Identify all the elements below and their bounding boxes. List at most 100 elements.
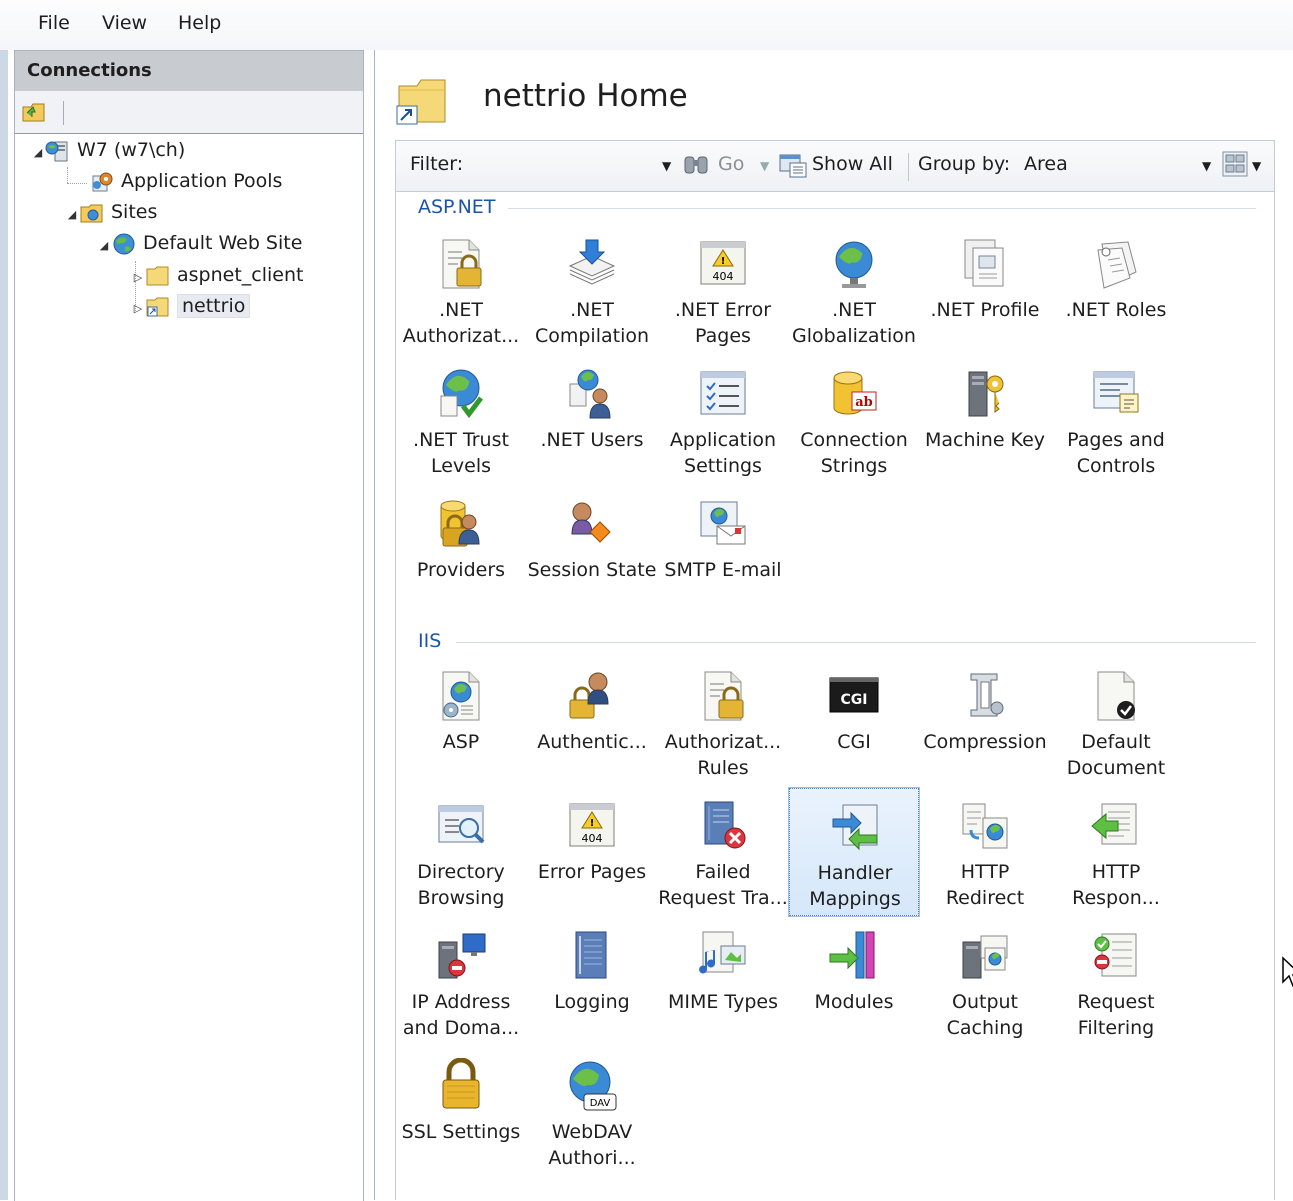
- feature-tile[interactable]: Output Caching: [920, 918, 1050, 1046]
- tree-item-server[interactable]: ◢ W7 (w7\ch): [31, 135, 185, 165]
- feature-label: HTTP Redirect: [945, 861, 1025, 909]
- webdav-globe-icon: DAV: [564, 1058, 620, 1114]
- feature-tile[interactable]: Authorizat... Rules: [658, 658, 788, 786]
- compilation-stack-icon: [564, 236, 620, 292]
- feature-tile[interactable]: .NET Roles: [1051, 226, 1181, 354]
- svg-text:DAV: DAV: [590, 1098, 611, 1109]
- view-mode-dropdown-arrow-icon[interactable]: ▼: [1252, 159, 1261, 173]
- authorization-lock-icon: [433, 236, 489, 292]
- feature-tile[interactable]: Handler Mappings: [788, 787, 920, 917]
- feature-tile[interactable]: Directory Browsing: [396, 788, 526, 916]
- view-mode-icon[interactable]: [1222, 151, 1248, 177]
- feature-tile[interactable]: MIME Types: [658, 918, 788, 1046]
- collapse-arrow-icon[interactable]: ◢: [65, 200, 79, 230]
- application-folder-icon: [146, 297, 169, 316]
- show-all-button[interactable]: Show All: [812, 153, 893, 175]
- tree-item-sites[interactable]: ◢ Sites: [65, 197, 158, 230]
- connections-toolbar: [15, 91, 363, 134]
- feature-tile[interactable]: CGI CGI: [789, 658, 919, 786]
- feature-label: .NET Roles: [1065, 299, 1167, 321]
- feature-tile[interactable]: Session State: [527, 486, 657, 614]
- collapse-arrow-icon[interactable]: ◢: [31, 138, 45, 168]
- asp-globe-gear-icon: [433, 668, 489, 724]
- feature-tile[interactable]: HTTP Respon...: [1051, 788, 1181, 916]
- modules-icon: [826, 928, 882, 984]
- feature-tile[interactable]: Modules: [789, 918, 919, 1046]
- go-button[interactable]: Go: [718, 153, 744, 175]
- feature-tile[interactable]: Authentic...: [527, 658, 657, 786]
- directory-browsing-icon: [433, 798, 489, 854]
- feature-tile[interactable]: SMTP E-mail: [658, 486, 788, 614]
- filter-input[interactable]: [468, 149, 662, 179]
- application-pools-icon: [92, 172, 113, 191]
- request-filtering-icon: [1088, 928, 1144, 984]
- menu-view[interactable]: View: [102, 12, 147, 34]
- feature-label: IP Address and Doma...: [402, 991, 520, 1039]
- group-by-dropdown-arrow-icon[interactable]: ▼: [1202, 159, 1211, 173]
- feature-label: Session State: [527, 559, 657, 581]
- feature-tile[interactable]: Compression: [920, 658, 1050, 786]
- tree-item-app-pools[interactable]: Application Pools: [89, 166, 282, 196]
- tree-label-server: W7 (w7\ch): [77, 139, 186, 161]
- feature-tile[interactable]: HTTP Redirect: [920, 788, 1050, 916]
- tree-item-aspnet-client[interactable]: ▷ aspnet_client: [131, 260, 304, 293]
- menu-bar: File View Help: [0, 0, 1293, 50]
- server-key-icon: [957, 366, 1013, 422]
- feature-tile[interactable]: Application Settings: [658, 356, 788, 484]
- feature-tile[interactable]: .NET Users: [527, 356, 657, 484]
- users-icon: [564, 366, 620, 422]
- connections-pane: Connections ◢ W7 (w7\ch) Application Poo…: [14, 50, 364, 1201]
- feature-tile[interactable]: DAV WebDAV Authori...: [527, 1048, 657, 1176]
- menu-help[interactable]: Help: [178, 12, 221, 34]
- filter-dropdown-arrow-icon[interactable]: ▼: [662, 159, 671, 173]
- feature-tile[interactable]: ab Connection Strings: [789, 356, 919, 484]
- section-title-aspnet: ASP.NET: [418, 196, 496, 218]
- feature-label: .NET Compilation: [534, 299, 650, 347]
- feature-tile[interactable]: Machine Key: [920, 356, 1050, 484]
- tree-line: [67, 183, 87, 184]
- feature-tile[interactable]: SSL Settings: [396, 1048, 526, 1176]
- feature-label: .NET Error Pages: [674, 299, 772, 347]
- session-user-icon: [564, 496, 620, 552]
- connections-header: Connections: [15, 51, 363, 91]
- feature-tile[interactable]: .NET Globalization: [789, 226, 919, 354]
- tree-item-nettrio[interactable]: ▷ nettrio: [131, 291, 251, 324]
- menu-file[interactable]: File: [38, 12, 70, 34]
- feature-tile[interactable]: ! 404 .NET Error Pages: [658, 226, 788, 354]
- tree-label-sites: Sites: [111, 201, 158, 223]
- group-by-select[interactable]: Area: [1024, 153, 1068, 175]
- feature-tile[interactable]: Pages and Controls: [1051, 356, 1181, 484]
- feature-tile[interactable]: .NET Profile: [920, 226, 1050, 354]
- feature-tile[interactable]: Providers: [396, 486, 526, 614]
- authentication-user-icon: [564, 668, 620, 724]
- feature-tile[interactable]: Failed Request Tra...: [658, 788, 788, 916]
- svg-text:404: 404: [713, 270, 734, 283]
- feature-tile[interactable]: .NET Trust Levels: [396, 356, 526, 484]
- collapse-arrow-icon[interactable]: ◢: [97, 231, 111, 261]
- feature-tile[interactable]: Logging: [527, 918, 657, 1046]
- feature-label: Failed Request Tra...: [658, 861, 788, 909]
- show-all-icon[interactable]: [778, 151, 808, 179]
- trust-globe-check-icon: [433, 366, 489, 422]
- feature-tile[interactable]: ASP: [396, 658, 526, 786]
- toolbar-separator: [63, 101, 64, 125]
- expand-arrow-icon[interactable]: ▷: [131, 263, 145, 293]
- database-ab-icon: ab: [826, 366, 882, 422]
- feature-label: WebDAV Authori...: [548, 1121, 636, 1169]
- feature-label: SMTP E-mail: [664, 559, 782, 581]
- expand-arrow-icon[interactable]: ▷: [131, 294, 145, 324]
- binoculars-icon[interactable]: [682, 151, 712, 179]
- connect-icon[interactable]: [21, 99, 47, 123]
- cgi-icon: CGI: [826, 668, 882, 724]
- feature-tile[interactable]: .NET Authorizat...: [396, 226, 526, 354]
- feature-tile[interactable]: IP Address and Doma...: [396, 918, 526, 1046]
- go-dropdown-arrow-icon[interactable]: ▼: [760, 159, 769, 173]
- feature-tile[interactable]: .NET Compilation: [527, 226, 657, 354]
- feature-label: Handler Mappings: [809, 862, 901, 910]
- feature-tile[interactable]: Request Filtering: [1051, 918, 1181, 1046]
- tree-item-default-site[interactable]: ◢ Default Web Site: [97, 228, 302, 258]
- feature-label: Authentic...: [537, 731, 647, 753]
- compression-clamp-icon: [957, 668, 1013, 724]
- feature-tile[interactable]: ! 404 Error Pages: [527, 788, 657, 916]
- feature-tile[interactable]: Default Document: [1051, 658, 1181, 786]
